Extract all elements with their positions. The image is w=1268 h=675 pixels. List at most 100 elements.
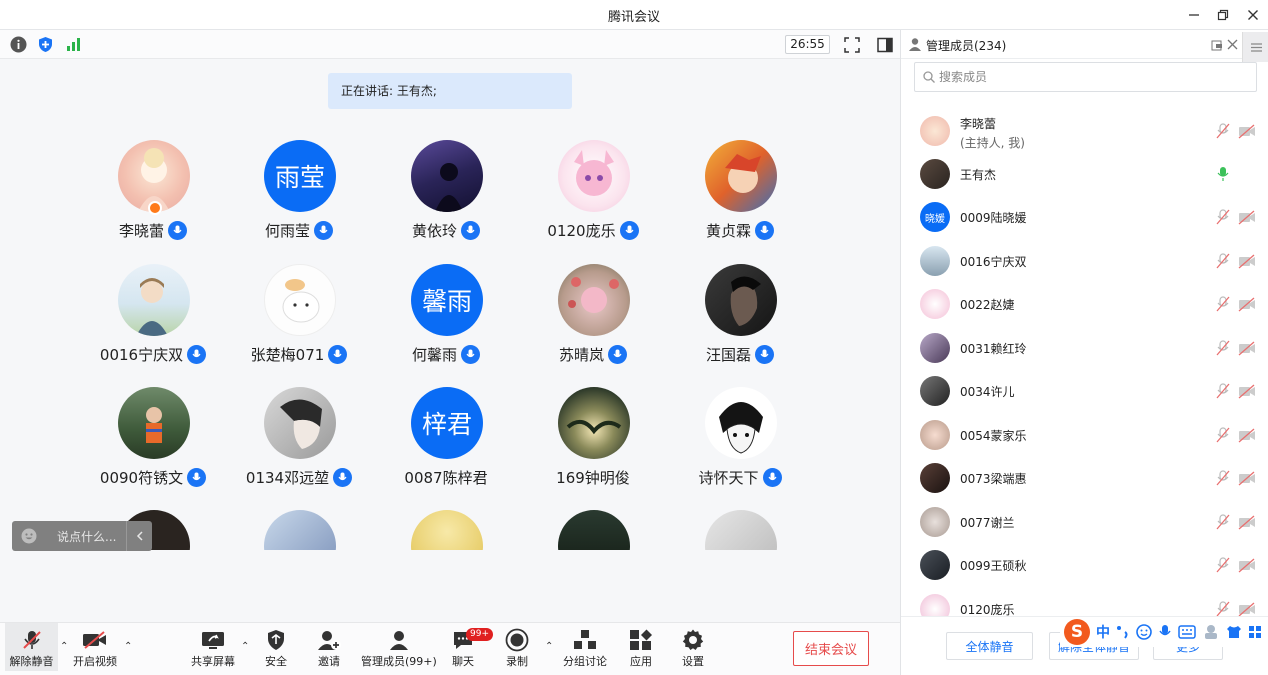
close-icon[interactable] — [1243, 5, 1263, 25]
avatar — [920, 420, 950, 450]
member-row[interactable]: 0099王硕秋 — [901, 544, 1268, 586]
member-row[interactable]: 0120庞乐 — [901, 588, 1268, 616]
panel-menu-icon[interactable] — [1242, 32, 1268, 62]
camera-off-icon[interactable] — [1238, 340, 1256, 356]
skin-icon[interactable] — [1226, 625, 1242, 639]
security-shield-icon[interactable] — [37, 36, 54, 53]
unmute-button[interactable]: 解除静音 — [5, 623, 58, 671]
participant-tile[interactable]: 0134邓远堃 — [229, 387, 369, 497]
emoji-icon[interactable] — [21, 528, 37, 544]
participant-tile[interactable]: 张楚梅071 — [229, 264, 369, 374]
participant-tile[interactable]: 苏晴岚 — [523, 264, 663, 374]
participant-tile[interactable]: 黄依玲 — [376, 140, 516, 250]
quick-chat-input[interactable]: 说点什么... — [12, 521, 152, 551]
member-row[interactable]: 李晓蕾 (主持人, 我) — [901, 110, 1268, 152]
member-row[interactable]: 王有杰 — [901, 153, 1268, 195]
mute-all-button[interactable]: 全体静音 — [946, 632, 1033, 660]
start-video-button[interactable]: 开启视频 — [73, 627, 117, 669]
member-row[interactable]: 0077谢兰 — [901, 501, 1268, 543]
video-options-chevron-icon[interactable]: ⌃ — [124, 641, 132, 652]
camera-off-icon[interactable] — [1238, 470, 1256, 486]
member-row[interactable]: 0022赵婕 — [901, 283, 1268, 325]
mic-muted-icon[interactable] — [1215, 557, 1231, 573]
mic-muted-icon[interactable] — [1215, 296, 1231, 312]
audio-options-chevron-icon[interactable]: ⌃ — [60, 641, 68, 652]
toolbox-icon[interactable] — [1248, 625, 1262, 639]
participant-tile[interactable]: 0016宁庆双 — [83, 264, 223, 374]
assistant-icon[interactable] — [1202, 624, 1220, 640]
punctuation-icon[interactable] — [1116, 624, 1130, 640]
share-screen-button[interactable]: 共享屏幕 — [191, 627, 235, 669]
meeting-toolbar: 解除静音 ⌃ 开启视频 ⌃ 共享屏幕 ⌃ 安全 邀请 管理成员(99+) 聊天 … — [0, 622, 900, 675]
member-row[interactable]: 0034许儿 — [901, 370, 1268, 412]
share-options-chevron-icon[interactable]: ⌃ — [241, 641, 249, 652]
settings-button[interactable]: 设置 — [681, 627, 705, 669]
member-row[interactable]: 0073梁端惠 — [901, 457, 1268, 499]
camera-off-icon[interactable] — [1238, 209, 1256, 225]
participant-tile[interactable]: 梓君 0087陈梓君 — [376, 387, 516, 497]
participant-tile[interactable]: 黄贞霖 — [670, 140, 810, 250]
mic-muted-icon[interactable] — [1215, 209, 1231, 225]
sogou-logo-icon[interactable]: S — [1064, 619, 1090, 645]
mic-muted-icon[interactable] — [1215, 340, 1231, 356]
fullscreen-icon[interactable] — [843, 36, 860, 53]
security-button[interactable]: 安全 — [265, 627, 287, 669]
participant-tile[interactable]: 汪国磊 — [670, 264, 810, 374]
end-meeting-button[interactable]: 结束会议 — [793, 631, 869, 666]
restore-icon[interactable] — [1213, 5, 1233, 25]
participant-tile[interactable]: 李晓蕾 — [83, 140, 223, 250]
record-button[interactable]: 录制 — [505, 627, 529, 669]
participant-tile[interactable] — [670, 510, 810, 550]
mic-muted-icon[interactable] — [1215, 123, 1231, 139]
signal-icon[interactable] — [65, 36, 82, 53]
mic-icon — [755, 221, 774, 240]
participant-tile[interactable] — [376, 510, 516, 550]
keyboard-icon[interactable] — [1178, 625, 1196, 639]
member-row[interactable]: 0031赖红玲 — [901, 327, 1268, 369]
record-options-chevron-icon[interactable]: ⌃ — [545, 641, 553, 652]
manage-members-button[interactable]: 管理成员(99+) — [361, 627, 437, 669]
mic-muted-icon[interactable] — [1215, 470, 1231, 486]
camera-off-icon[interactable] — [1238, 601, 1256, 616]
breakout-rooms-button[interactable]: 分组讨论 — [563, 627, 607, 669]
camera-off-icon[interactable] — [1238, 383, 1256, 399]
participant-tile[interactable]: 馨雨 何馨雨 — [376, 264, 516, 374]
participant-tile[interactable]: 0090符锈文 — [83, 387, 223, 497]
invite-button[interactable]: 邀请 — [317, 627, 341, 669]
member-name: 0054蒙家乐 — [960, 429, 1027, 443]
close-panel-icon[interactable] — [1227, 39, 1238, 50]
popout-icon[interactable] — [1211, 39, 1223, 51]
camera-off-icon[interactable] — [1238, 253, 1256, 269]
meeting-timer: 26:55 — [785, 35, 830, 54]
mic-active-icon[interactable] — [1215, 166, 1231, 182]
participant-tile[interactable]: 诗怀天下 — [670, 387, 810, 497]
voice-input-icon[interactable] — [1158, 624, 1172, 640]
info-icon[interactable] — [10, 36, 27, 53]
participant-tile[interactable]: 169钟明俊 — [523, 387, 663, 497]
camera-off-icon[interactable] — [1238, 427, 1256, 443]
mic-muted-icon[interactable] — [1215, 253, 1231, 269]
participant-tile[interactable]: 0120庞乐 — [523, 140, 663, 250]
collapse-chevron-icon[interactable] — [126, 521, 152, 551]
ime-language[interactable]: 中 — [1096, 622, 1110, 642]
layout-toggle-icon[interactable] — [876, 36, 893, 53]
emoji-icon[interactable] — [1136, 624, 1152, 640]
member-row[interactable]: 0016宁庆双 — [901, 240, 1268, 282]
mic-muted-icon[interactable] — [1215, 514, 1231, 530]
participant-tile[interactable] — [229, 510, 369, 550]
member-search-input[interactable]: 搜索成员 — [914, 62, 1257, 92]
mic-muted-icon[interactable] — [1215, 601, 1231, 616]
member-row[interactable]: 晓媛 0009陆晓媛 — [901, 196, 1268, 238]
mic-muted-icon[interactable] — [1215, 383, 1231, 399]
camera-off-icon[interactable] — [1238, 296, 1256, 312]
camera-off-icon[interactable] — [1238, 514, 1256, 530]
member-row[interactable]: 0054蒙家乐 — [901, 414, 1268, 456]
camera-off-icon[interactable] — [1238, 123, 1256, 139]
minimize-icon[interactable] — [1184, 5, 1204, 25]
participant-tile[interactable] — [523, 510, 663, 550]
participant-tile[interactable]: 雨莹 何雨莹 — [229, 140, 369, 250]
mic-muted-icon[interactable] — [1215, 427, 1231, 443]
chat-button[interactable]: 聊天 99+ — [452, 627, 493, 669]
apps-button[interactable]: 应用 — [629, 627, 653, 669]
camera-off-icon[interactable] — [1238, 557, 1256, 573]
